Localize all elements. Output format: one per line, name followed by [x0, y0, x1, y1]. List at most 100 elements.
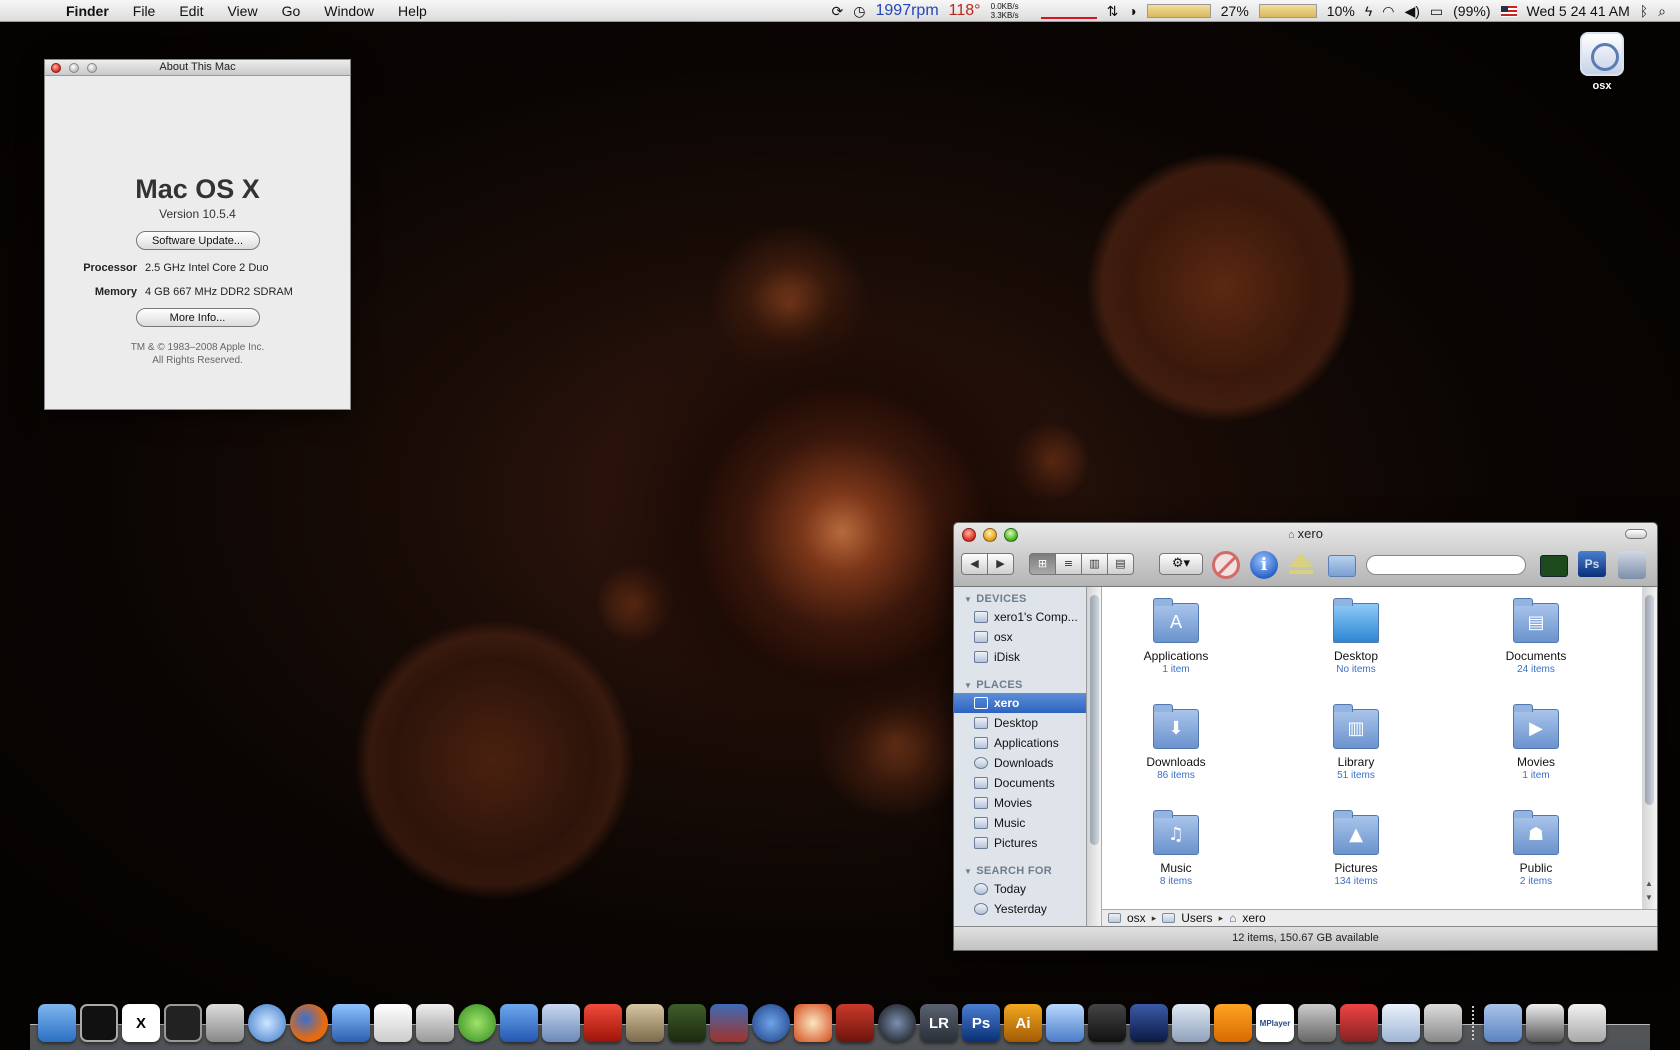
word-dock-icon[interactable]	[500, 1004, 538, 1042]
sidebar-item-today[interactable]: Today	[954, 879, 1086, 899]
terminal-dock-icon[interactable]	[164, 1004, 202, 1042]
input-flag-icon[interactable]	[1500, 5, 1517, 17]
preview-dock-icon[interactable]	[1046, 1004, 1084, 1042]
firefox-dock-icon[interactable]	[290, 1004, 328, 1042]
cpu-meter-bar[interactable]	[1146, 4, 1211, 18]
calculator-dock-icon[interactable]	[416, 1004, 454, 1042]
folder-downloads[interactable]: ⬇ Downloads 86 items	[1111, 701, 1241, 781]
clock-readout[interactable]: Wed 5 24 41 AM	[1527, 3, 1630, 19]
folder-pictures[interactable]: ▲ Pictures 134 items	[1291, 807, 1421, 887]
documents-stack-dock-icon[interactable]	[1526, 1004, 1564, 1042]
time-machine-icon[interactable]: ◷	[853, 3, 865, 20]
imovie-dock-icon[interactable]	[1130, 1004, 1168, 1042]
sidebar-item-xero[interactable]: xero	[954, 693, 1086, 713]
disk-activity-icon[interactable]: ⇅	[1107, 3, 1119, 20]
magnet-dock-icon[interactable]	[584, 1004, 622, 1042]
cpu-readout[interactable]: 27%	[1221, 3, 1249, 19]
toolbar-toggle-button[interactable]	[1625, 529, 1647, 539]
folder-desktop[interactable]: Desktop No items	[1291, 595, 1421, 675]
tools-dock-icon[interactable]	[1424, 1004, 1462, 1042]
prohibited-icon[interactable]	[1212, 551, 1240, 579]
new-folder-icon[interactable]	[1328, 555, 1356, 577]
warcraft-dock-icon[interactable]	[710, 1004, 748, 1042]
menu-help[interactable]: Help	[386, 3, 439, 19]
memory-readout[interactable]: 10%	[1327, 3, 1355, 19]
vlc-dock-icon[interactable]	[1214, 1004, 1252, 1042]
menu-finder[interactable]: Finder	[54, 3, 121, 19]
sidebar-item-desktop[interactable]: Desktop	[954, 713, 1086, 733]
mplayer-dock-icon[interactable]: MPlayer	[1256, 1004, 1294, 1042]
textedit-dock-icon[interactable]	[374, 1004, 412, 1042]
wifi-icon[interactable]: ◠	[1382, 3, 1394, 20]
window-dock-icon[interactable]	[1382, 1004, 1420, 1042]
close-button[interactable]	[51, 63, 61, 73]
bolt-icon[interactable]: ϟ	[1365, 3, 1372, 19]
content-scrollbar[interactable]: ▲ ▼	[1642, 587, 1657, 909]
pie-clock-icon[interactable]: ◑	[1128, 3, 1136, 19]
menu-view[interactable]: View	[215, 3, 269, 19]
xcode-dock-icon[interactable]	[332, 1004, 370, 1042]
sidebar-item-yesterday[interactable]: Yesterday	[954, 899, 1086, 919]
sidebar-item-idisk[interactable]: iDisk	[954, 647, 1086, 667]
app-dock-icon[interactable]	[1340, 1004, 1378, 1042]
fan-speed-readout[interactable]: 1997rpm	[876, 2, 939, 20]
illustrator-dock-icon[interactable]: Ai	[1004, 1004, 1042, 1042]
menu-go[interactable]: Go	[270, 3, 313, 19]
list-view-button[interactable]: ≡	[1055, 553, 1082, 575]
sidebar-item-osx[interactable]: osx	[954, 627, 1086, 647]
back-button[interactable]: ◀	[961, 553, 988, 575]
camera-dock-icon[interactable]	[878, 1004, 916, 1042]
x11-dock-icon[interactable]: X	[122, 1004, 160, 1042]
utility-icon[interactable]	[1618, 551, 1646, 579]
scroll-thumb[interactable]	[1645, 595, 1654, 805]
battery-icon[interactable]: ▭	[1430, 3, 1443, 20]
folder-library[interactable]: ▥ Library 51 items	[1291, 701, 1421, 781]
search-input[interactable]	[1366, 555, 1526, 575]
spotlight-icon[interactable]: ⌕	[1658, 3, 1666, 20]
photoshop-dock-icon[interactable]: Ps	[962, 1004, 1000, 1042]
more-info-button[interactable]: More Info...	[135, 308, 260, 327]
scroll-thumb[interactable]	[1090, 595, 1099, 845]
memory-meter-bar[interactable]	[1258, 4, 1317, 18]
software-update-button[interactable]: Software Update...	[135, 231, 260, 250]
safari-dock-icon[interactable]	[248, 1004, 286, 1042]
itunes-dock-icon[interactable]	[1172, 1004, 1210, 1042]
folder-documents[interactable]: ▤ Documents 24 items	[1471, 595, 1601, 675]
folder-public[interactable]: ☗ Public 2 items	[1471, 807, 1601, 887]
sidebar-item-music[interactable]: Music	[954, 813, 1086, 833]
clapper-dock-icon[interactable]	[1088, 1004, 1126, 1042]
photoshop-icon[interactable]: Ps	[1578, 551, 1606, 577]
desktop-drive-osx[interactable]: osx	[1572, 32, 1632, 92]
menu-window[interactable]: Window	[312, 3, 386, 19]
sidebar-item-applications[interactable]: Applications	[954, 733, 1086, 753]
minimize-button[interactable]	[69, 63, 79, 73]
scroll-down-arrow-icon[interactable]: ▼	[1645, 893, 1653, 902]
folder-music[interactable]: ♫ Music 8 items	[1111, 807, 1241, 887]
sidebar-scrollbar[interactable]	[1087, 587, 1102, 926]
burn-dock-icon[interactable]	[794, 1004, 832, 1042]
lightroom-dock-icon[interactable]: LR	[920, 1004, 958, 1042]
get-info-icon[interactable]: i	[1250, 551, 1278, 579]
sidebar-item-downloads[interactable]: Downloads	[954, 753, 1086, 773]
sidebar-item-computer[interactable]: xero1's Comp...	[954, 607, 1086, 627]
path-item-xero[interactable]: xero	[1242, 910, 1265, 926]
eject-icon[interactable]	[1289, 553, 1313, 574]
volume-icon[interactable]: ◀)	[1404, 3, 1419, 20]
scroll-up-arrow-icon[interactable]: ▲	[1645, 879, 1653, 888]
cover-flow-button[interactable]: ▤	[1107, 553, 1134, 575]
network-throughput[interactable]: 0.0KB/s 3.3KB/s	[991, 2, 1031, 20]
action-gear-button[interactable]: ⚙▾	[1159, 553, 1203, 575]
devices-header[interactable]: ▼ DEVICES	[954, 587, 1086, 607]
battery-readout[interactable]: (99%)	[1453, 3, 1490, 19]
search-for-header[interactable]: ▼ SEARCH FOR	[954, 859, 1086, 879]
folder-movies[interactable]: ▶ Movies 1 item	[1471, 701, 1601, 781]
sync-icon[interactable]: ⟳	[832, 3, 844, 20]
system-preferences-dock-icon[interactable]	[1298, 1004, 1336, 1042]
sidebar-item-documents[interactable]: Documents	[954, 773, 1086, 793]
path-item-users[interactable]: Users	[1181, 910, 1212, 926]
app-dock-icon[interactable]	[836, 1004, 874, 1042]
activity-monitor-dock-icon[interactable]	[80, 1004, 118, 1042]
network-graph[interactable]	[1040, 3, 1097, 19]
quake-dock-icon[interactable]	[668, 1004, 706, 1042]
temperature-readout[interactable]: 118°	[949, 2, 981, 20]
